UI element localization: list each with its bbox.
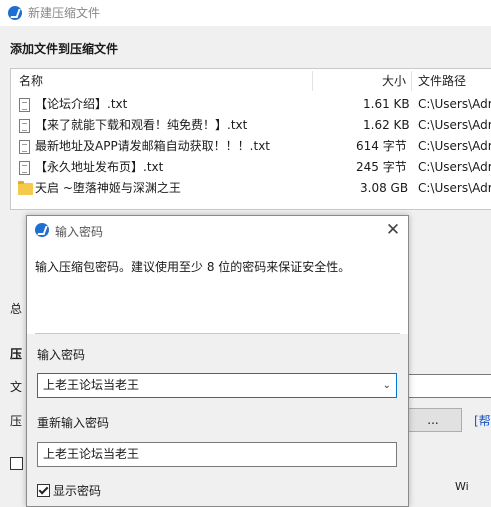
folder-icon [18, 180, 33, 195]
footer-fragment: Wi [455, 480, 469, 493]
main-window-title: 新建压缩文件 [28, 6, 101, 20]
option-checkbox[interactable] [10, 457, 23, 470]
close-icon[interactable]: ✕ [382, 219, 404, 241]
output-file-input[interactable] [404, 374, 491, 398]
password-value: 上老王论坛当老王 [43, 378, 140, 392]
file-row[interactable]: 【来了就能下载和观看！纯免费！】.txt 1.62 KB C:\Users\Ad… [11, 115, 491, 136]
dialog-description: 输入压缩包密码。建议使用至少 8 位的密码来保证安全性。 [35, 260, 351, 274]
file-size: 245 字节 [356, 160, 407, 174]
document-icon [19, 118, 30, 133]
file-path: C:\Users\Adr [418, 160, 491, 174]
show-password-checkbox[interactable] [37, 484, 50, 497]
file-path: C:\Users\Adr [418, 97, 491, 111]
file-name: 最新地址及APP请发邮箱自动获取！！！.txt [35, 139, 271, 153]
app-logo-icon [8, 6, 22, 20]
compress-settings-heading: 压 [10, 347, 23, 361]
column-header-path[interactable]: 文件路径 [418, 69, 466, 93]
column-divider[interactable] [411, 71, 412, 91]
file-row[interactable]: 天启 ~堕落神姬与深渊之王 3.08 GB C:\Users\Adr [11, 178, 491, 199]
file-list[interactable]: 名称 大小 文件路径 【论坛介绍】.txt 1.61 KB C:\Users\A… [10, 68, 491, 210]
chevron-down-icon[interactable]: ⌄ [383, 374, 391, 397]
file-size: 614 字节 [356, 139, 407, 153]
dialog-titlebar: 输入密码 ✕ [27, 216, 408, 244]
confirm-password-label: 重新输入密码 [37, 416, 110, 430]
add-files-heading: 添加文件到压缩文件 [10, 42, 119, 56]
file-path: C:\Users\Adr [418, 181, 491, 195]
file-name: 【来了就能下载和观看！纯免费！】.txt [35, 118, 248, 132]
confirm-password-value: 上老王论坛当老王 [43, 447, 140, 461]
file-path: C:\Users\Adr [418, 139, 491, 153]
app-logo-icon [35, 223, 49, 237]
help-link[interactable]: [帮 [474, 412, 491, 429]
file-row[interactable]: 【永久地址发布页】.txt 245 字节 C:\Users\Adr [11, 157, 491, 178]
document-icon [19, 97, 30, 112]
password-combo[interactable]: 上老王论坛当老王 ⌄ [37, 373, 397, 398]
show-password-label[interactable]: 显示密码 [53, 482, 101, 499]
file-name: 【论坛介绍】.txt [35, 97, 128, 111]
column-divider[interactable] [312, 71, 313, 91]
column-header-size[interactable]: 大小 [382, 69, 406, 93]
file-name: 天启 ~堕落神姬与深渊之王 [35, 181, 181, 195]
file-size: 1.62 KB [363, 118, 410, 132]
file-row[interactable]: 【论坛介绍】.txt 1.61 KB C:\Users\Adr [11, 94, 491, 115]
browse-button[interactable]: ... [404, 408, 462, 432]
password-label: 输入密码 [37, 348, 86, 362]
dialog-title: 输入密码 [55, 225, 104, 239]
file-size: 3.08 GB [360, 181, 409, 195]
password-dialog: 输入密码 ✕ 输入压缩包密码。建议使用至少 8 位的密码来保证安全性。 输入密码… [26, 215, 409, 507]
file-path: C:\Users\Adr [418, 118, 491, 132]
file-name: 【永久地址发布页】.txt [35, 160, 164, 174]
file-row[interactable]: 最新地址及APP请发邮箱自动获取！！！.txt 614 字节 C:\Users\… [11, 136, 491, 157]
column-header-name[interactable]: 名称 [19, 69, 43, 93]
confirm-password-input[interactable]: 上老王论坛当老王 [37, 442, 397, 467]
file-label: 文 [10, 380, 23, 394]
document-icon [19, 139, 30, 154]
dialog-divider [35, 333, 400, 334]
main-titlebar: 新建压缩文件 [0, 0, 491, 26]
compress-label: 压 [10, 414, 23, 428]
document-icon [19, 160, 30, 175]
total-label: 总 [10, 302, 23, 316]
file-size: 1.61 KB [363, 97, 410, 111]
